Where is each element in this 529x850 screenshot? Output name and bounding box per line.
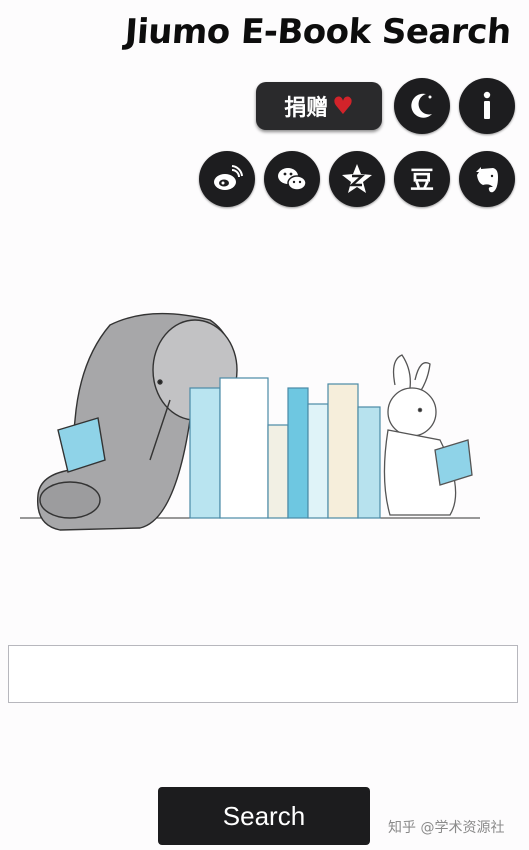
wechat-icon	[278, 168, 307, 191]
toolbar-top: 捐赠 ♥	[256, 78, 515, 134]
site-title: Jiumo E-Book Search	[123, 12, 513, 52]
bookshelf-illustration	[189, 377, 381, 519]
share-wechat-button[interactable]	[264, 151, 320, 207]
svg-text:豆: 豆	[410, 166, 434, 194]
donate-label: 捐赠	[284, 96, 329, 121]
about-button[interactable]	[459, 78, 515, 134]
share-bar: 豆	[199, 151, 515, 207]
reading-animals-illustration	[20, 312, 480, 531]
share-douban-button[interactable]: 豆	[394, 151, 450, 207]
night-mode-button[interactable]	[394, 78, 450, 134]
watermark-text: 知乎 @学术资源社	[388, 820, 505, 836]
info-icon	[483, 91, 491, 119]
qzone-icon	[342, 164, 372, 193]
moon-icon	[411, 93, 432, 118]
share-weibo-button[interactable]	[199, 151, 255, 207]
douban-icon: 豆	[410, 166, 434, 194]
evernote-icon	[476, 167, 498, 193]
share-qzone-button[interactable]	[329, 151, 385, 207]
search-input[interactable]	[8, 645, 518, 703]
rabbit-illustration	[383, 354, 473, 516]
weibo-icon	[214, 165, 243, 190]
donate-button[interactable]: 捐赠 ♥	[256, 82, 382, 130]
search-button[interactable]: Search	[158, 787, 370, 845]
share-evernote-button[interactable]	[459, 151, 515, 207]
heart-icon: ♥	[332, 92, 354, 120]
